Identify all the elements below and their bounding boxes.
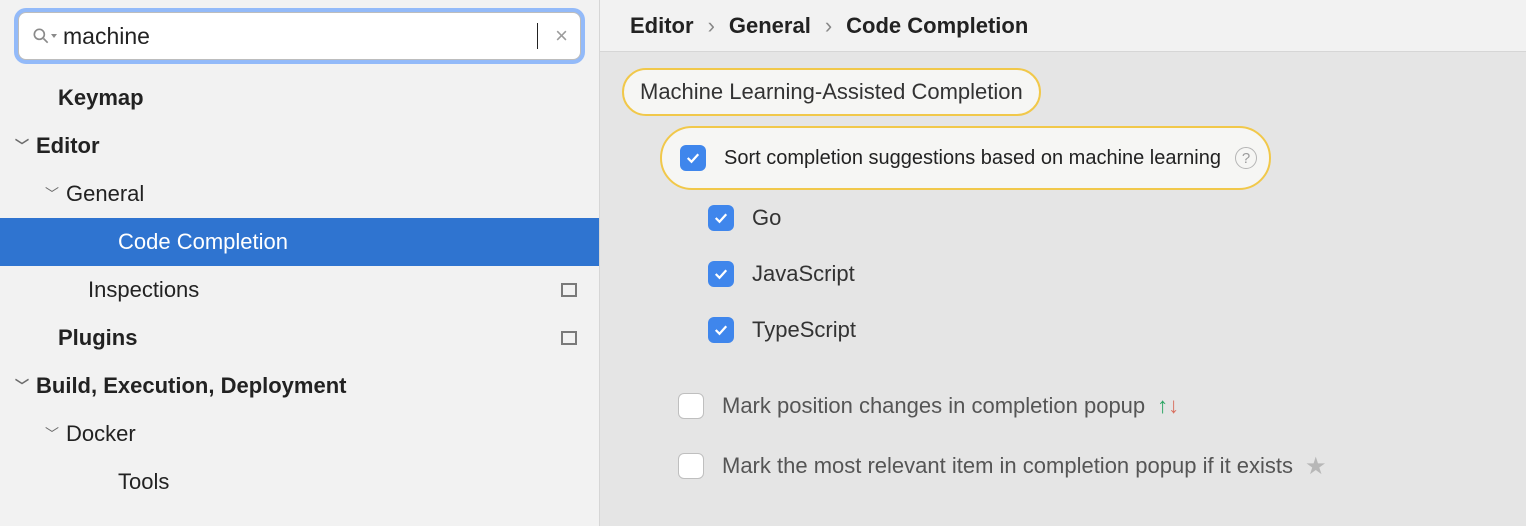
option-lang-typescript[interactable]: TypeScript	[600, 302, 1526, 358]
checkbox-lang-javascript[interactable]	[708, 261, 734, 287]
chevron-down-icon: ﹀	[42, 184, 62, 204]
sidebar-item-label: Plugins	[58, 325, 137, 351]
sidebar-item-label: Docker	[66, 421, 136, 447]
option-lang-label: Go	[752, 205, 781, 231]
settings-content: Editor › General › Code Completion Machi…	[600, 0, 1526, 526]
breadcrumb-sep-icon: ›	[708, 13, 715, 39]
sidebar-item-tools[interactable]: Tools	[0, 458, 599, 506]
checkbox-mark-relevant[interactable]	[678, 453, 704, 479]
breadcrumb: Editor › General › Code Completion	[600, 0, 1526, 52]
sidebar-item-label: Code Completion	[118, 229, 288, 255]
breadcrumb-code-completion[interactable]: Code Completion	[846, 13, 1028, 39]
option-mark-position-label: Mark position changes in completion popu…	[722, 393, 1145, 419]
text-caret	[537, 23, 538, 49]
sidebar-item-label: General	[66, 181, 144, 207]
option-sort-by-ml-label: Sort completion suggestions based on mac…	[724, 147, 1221, 170]
checkbox-lang-go[interactable]	[708, 205, 734, 231]
help-icon[interactable]: ?	[1235, 147, 1257, 169]
option-mark-position[interactable]: Mark position changes in completion popu…	[600, 376, 1526, 436]
breadcrumb-sep-icon: ›	[825, 13, 832, 39]
star-icon: ★	[1305, 452, 1327, 481]
checkbox-mark-position[interactable]	[678, 393, 704, 419]
option-sort-by-ml[interactable]: Sort completion suggestions based on mac…	[660, 126, 1271, 190]
sidebar-item-label: Keymap	[58, 85, 144, 111]
section-title-ml-completion: Machine Learning-Assisted Completion	[622, 68, 1041, 116]
checkbox-lang-typescript[interactable]	[708, 317, 734, 343]
section-title-label: Machine Learning-Assisted Completion	[640, 79, 1023, 105]
option-mark-relevant-label: Mark the most relevant item in completio…	[722, 453, 1293, 479]
project-badge-icon	[561, 331, 577, 345]
sidebar-item-build-execution-deployment[interactable]: ﹀Build, Execution, Deployment	[0, 362, 599, 410]
sidebar-item-plugins[interactable]: Plugins	[0, 314, 599, 362]
breadcrumb-general[interactable]: General	[729, 13, 811, 39]
chevron-down-icon: ﹀	[12, 136, 32, 156]
sidebar-item-label: Build, Execution, Deployment	[36, 373, 346, 399]
sidebar-item-general[interactable]: ﹀General	[0, 170, 599, 218]
breadcrumb-editor[interactable]: Editor	[630, 13, 694, 39]
search-icon	[31, 26, 59, 46]
project-badge-icon	[561, 283, 577, 297]
settings-sidebar: machine × Keymap﹀Editor﹀GeneralCode Comp…	[0, 0, 600, 526]
sidebar-item-code-completion[interactable]: Code Completion	[0, 218, 599, 266]
option-mark-relevant[interactable]: Mark the most relevant item in completio…	[600, 436, 1526, 496]
option-lang-javascript[interactable]: JavaScript	[600, 246, 1526, 302]
sidebar-item-label: Editor	[36, 133, 100, 159]
settings-tree: Keymap﹀Editor﹀GeneralCode CompletionInsp…	[0, 74, 599, 506]
settings-body: Machine Learning-Assisted Completion Sor…	[600, 52, 1526, 496]
search-wrap: machine ×	[0, 12, 599, 74]
sidebar-item-label: Tools	[118, 469, 169, 495]
search-box[interactable]: machine ×	[18, 12, 581, 60]
search-input[interactable]: machine	[63, 23, 536, 50]
checkbox-sort-by-ml[interactable]	[680, 145, 706, 171]
chevron-down-icon: ﹀	[12, 376, 32, 396]
clear-icon[interactable]: ×	[555, 25, 568, 47]
position-arrows-icon: ↑↓	[1157, 393, 1179, 419]
option-lang-label: JavaScript	[752, 261, 855, 287]
sidebar-item-label: Inspections	[88, 277, 199, 303]
sidebar-item-inspections[interactable]: Inspections	[0, 266, 599, 314]
option-lang-go[interactable]: Go	[600, 190, 1526, 246]
chevron-down-icon: ﹀	[42, 424, 62, 444]
option-lang-label: TypeScript	[752, 317, 856, 343]
sidebar-item-docker[interactable]: ﹀Docker	[0, 410, 599, 458]
sidebar-item-keymap[interactable]: Keymap	[0, 74, 599, 122]
sidebar-item-editor[interactable]: ﹀Editor	[0, 122, 599, 170]
